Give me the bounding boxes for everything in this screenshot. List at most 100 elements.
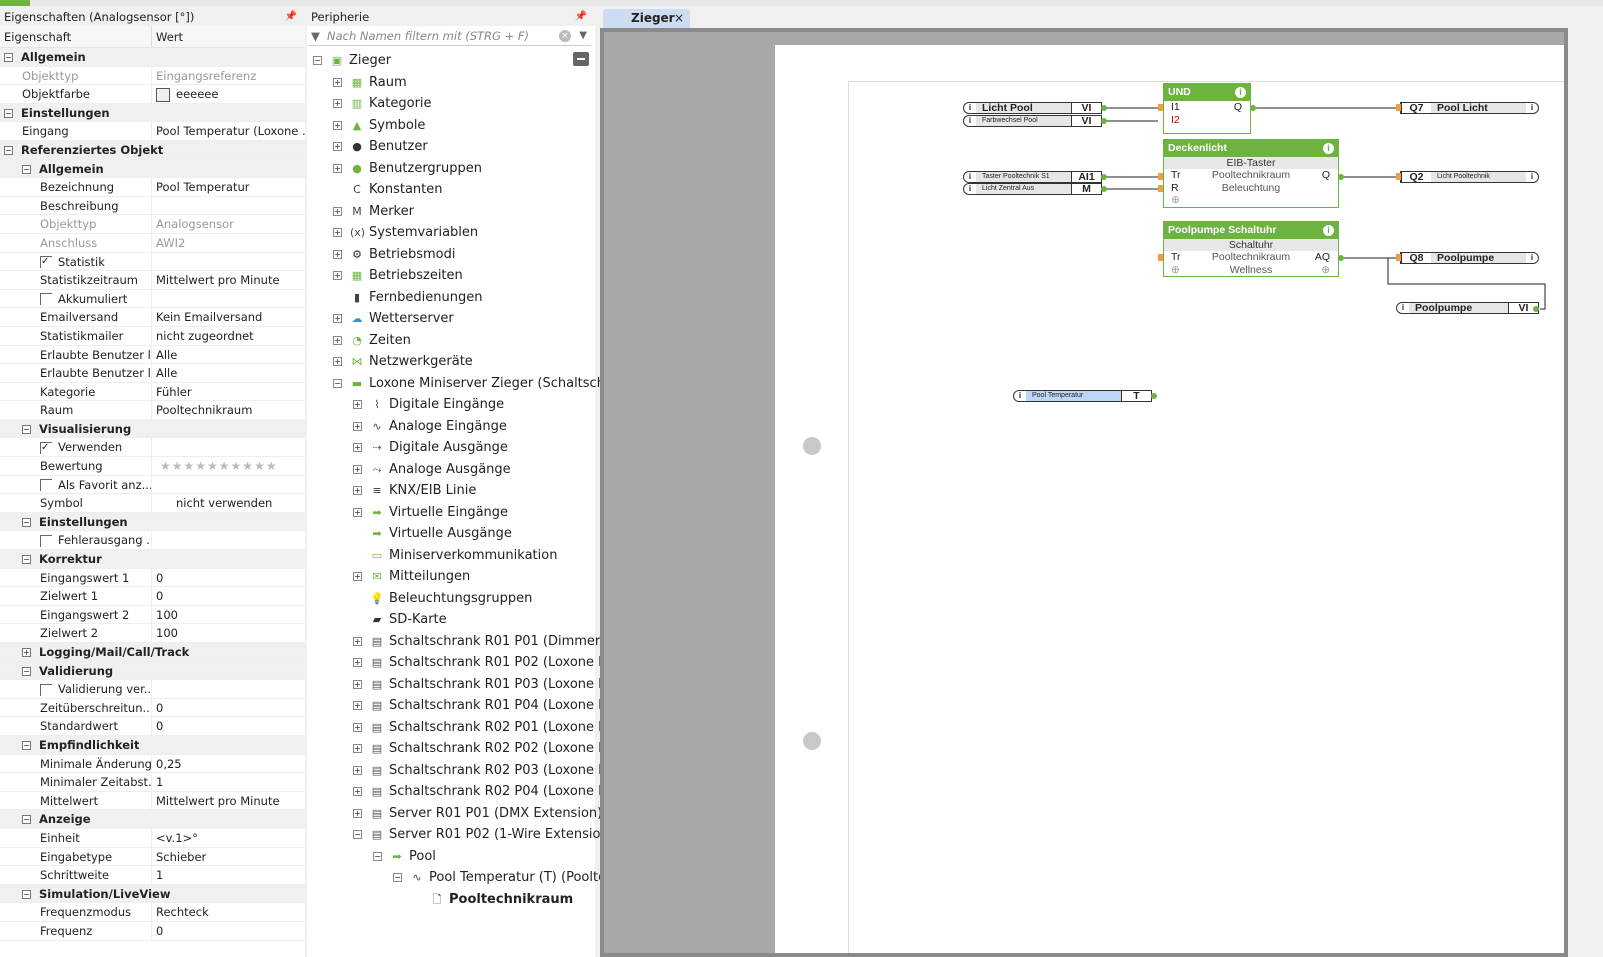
diagram-canvas[interactable] [600, 28, 1568, 957]
tab-zieger[interactable]: Zieger × [603, 9, 690, 28]
tree-item[interactable]: + ▤ Schaltschrank R01 P04 (Loxone Extensio… [307, 695, 667, 717]
property-value[interactable] [152, 531, 305, 549]
collapse-icon[interactable]: − [22, 815, 31, 825]
checkbox[interactable]: ✓ [40, 256, 52, 269]
tree-item[interactable]: + ⚙ Betriebsmodi [307, 244, 595, 266]
expand-icon[interactable]: + [333, 357, 342, 366]
collapse-icon[interactable]: − [22, 555, 31, 565]
tree-item[interactable]: + ▤ Server R01 P01 (DMX Extension) [307, 803, 602, 825]
tree-item[interactable]: + ▤ Schaltschrank R02 P03 (Loxone Extensio… [307, 760, 667, 782]
property-group[interactable]: − Anzeige [0, 810, 305, 829]
property-row[interactable]: Objektfarbe eeeeee [0, 85, 305, 104]
expand-icon[interactable]: + [333, 271, 342, 280]
expand-icon[interactable]: + [353, 808, 362, 818]
property-row[interactable]: Eingangswert 1 0 [0, 568, 305, 588]
property-value[interactable]: 1 [152, 866, 305, 884]
checkbox[interactable] [40, 479, 52, 492]
info-icon[interactable]: i [1323, 225, 1334, 236]
output-licht-pooltechnik[interactable]: Licht Pooltechnik Q2 i [1400, 171, 1539, 183]
property-value[interactable] [152, 438, 305, 456]
property-value[interactable] [152, 680, 305, 698]
input-taster-pooltechnik[interactable]: i Taster Pooltechnik S1 AI1 [963, 171, 1102, 183]
property-row[interactable]: Standardwert 0 [0, 717, 305, 736]
property-value[interactable]: Schieber [152, 848, 305, 866]
expand-icon[interactable]: + [353, 658, 362, 667]
property-row[interactable]: Zielwert 2 100 [0, 624, 305, 643]
collapse-icon[interactable]: − [353, 830, 362, 839]
expand-icon[interactable]: + [333, 142, 342, 151]
tree-item[interactable]: + ▦ Raum [307, 72, 595, 94]
collapse-icon[interactable]: − [4, 53, 13, 62]
property-value[interactable]: 0 [152, 699, 305, 717]
tree-item[interactable]: + ≡ KNX/EIB Linie [307, 480, 595, 502]
tree-item[interactable]: + ▤ Schaltschrank R02 P04 (Loxone Relay Ex… [307, 781, 707, 803]
tree-item[interactable]: + ⤳ Analoge Ausgänge [307, 459, 595, 481]
property-value[interactable]: ★★★★★★★★★★ [152, 457, 305, 475]
property-value[interactable]: 100 [152, 606, 305, 624]
property-value[interactable] [152, 197, 305, 215]
expand-icon[interactable]: + [353, 722, 362, 732]
expand-icon[interactable]: + [353, 572, 362, 581]
property-row[interactable]: Eingang Pool Temperatur (Loxone ... [0, 122, 305, 141]
property-value[interactable]: AWI2 [152, 234, 305, 252]
column-header-name[interactable]: Eigenschaft [0, 26, 152, 47]
property-row[interactable]: Anschluss AWI2 [0, 233, 305, 253]
collapse-icon[interactable]: − [393, 873, 402, 882]
expand-icon[interactable]: + [353, 443, 362, 452]
expand-icon[interactable]: + [353, 787, 362, 796]
tree-item[interactable]: − ➡ Pool [307, 846, 595, 868]
property-row[interactable]: Kategorie Fühler [0, 382, 305, 402]
add-input-icon[interactable]: ⊕ [1171, 194, 1180, 207]
tree-item[interactable]: + ▤ Schaltschrank R02 P02 (Loxone Extensio… [307, 738, 667, 760]
tree-item[interactable]: + ▲ Symbole [307, 115, 595, 137]
expand-icon[interactable]: + [333, 314, 342, 323]
property-value[interactable]: Kein Emailversand [152, 308, 305, 326]
tree-item[interactable]: − ▬ Loxone Miniserver Zieger (Schaltschran… [307, 373, 639, 395]
add-output-icon[interactable]: ⊕ [1321, 264, 1330, 277]
expand-icon[interactable]: + [353, 507, 362, 517]
tree-item[interactable]: − ▣ Zieger [307, 50, 595, 72]
property-value[interactable]: Analogsensor [152, 215, 305, 233]
property-row[interactable]: Statistikmailer nicht zugeordnet [0, 326, 305, 346]
collapse-icon[interactable]: − [22, 424, 31, 434]
property-row[interactable]: Frequenz 0 [0, 921, 305, 941]
expand-icon[interactable]: + [353, 765, 362, 775]
property-row[interactable]: ✓ Verwenden [0, 438, 305, 458]
expand-icon[interactable]: + [333, 335, 342, 345]
input-poolpumpe[interactable]: i Poolpumpe VI [1396, 302, 1539, 314]
expand-icon[interactable]: + [333, 228, 342, 237]
tree-item[interactable]: ▰ SD-Karte [307, 609, 595, 631]
expand-icon[interactable]: + [333, 77, 342, 87]
property-value[interactable]: Pool Temperatur (Loxone ... [152, 122, 305, 140]
logic-block-deckenlicht[interactable]: Deckenlicht i EIB-Taster Pooltechnikraum T… [1163, 139, 1339, 208]
property-group[interactable]: + Logging/Mail/Call/Track [0, 643, 305, 662]
property-row[interactable]: Fehlerausgang ... [0, 531, 305, 551]
property-value[interactable]: nicht verwenden [152, 494, 305, 512]
property-value[interactable]: 0 [152, 717, 305, 735]
tree-item[interactable]: + ▥ Kategorie [307, 93, 595, 115]
property-value[interactable] [152, 253, 305, 271]
property-row[interactable]: Erlaubte Benutzer l... Alle [0, 364, 305, 383]
tree-item[interactable]: + ⇢ Digitale Ausgänge [307, 437, 595, 459]
collapse-icon[interactable]: − [22, 740, 31, 750]
clear-icon[interactable]: × [559, 30, 571, 42]
property-group[interactable]: − Simulation/LiveView [0, 884, 305, 904]
property-row[interactable]: Bezeichnung Pool Temperatur [0, 178, 305, 197]
tree-item[interactable]: + ➡ Virtuelle Eingänge [307, 502, 595, 524]
tree-item[interactable]: + ✉ Mitteilungen [307, 566, 595, 588]
property-value[interactable]: Eingangsreferenz [152, 67, 305, 85]
property-group[interactable]: − Visualisierung [0, 419, 305, 439]
property-row[interactable]: Einheit <v.1>° [0, 828, 305, 848]
property-value[interactable]: Mittelwert pro Minute [152, 792, 305, 810]
tree-item[interactable]: + ⋈ Netzwerkgeräte [307, 351, 595, 373]
checkbox[interactable] [40, 293, 52, 306]
tree-item[interactable]: ▮ Fernbedienungen [307, 287, 595, 309]
tree-item[interactable]: + (x) Systemvariablen [307, 222, 595, 244]
expand-icon[interactable]: + [353, 486, 362, 495]
collapse-icon[interactable]: − [313, 56, 322, 65]
property-row[interactable]: Bewertung ★★★★★★★★★★ [0, 457, 305, 476]
output-pool-licht[interactable]: Pool Licht Q7 i [1400, 102, 1539, 114]
tree-item[interactable]: + ◔ Zeiten [307, 330, 595, 352]
property-row[interactable]: ✓ Statistik [0, 252, 305, 272]
collapse-icon[interactable]: − [4, 108, 13, 118]
